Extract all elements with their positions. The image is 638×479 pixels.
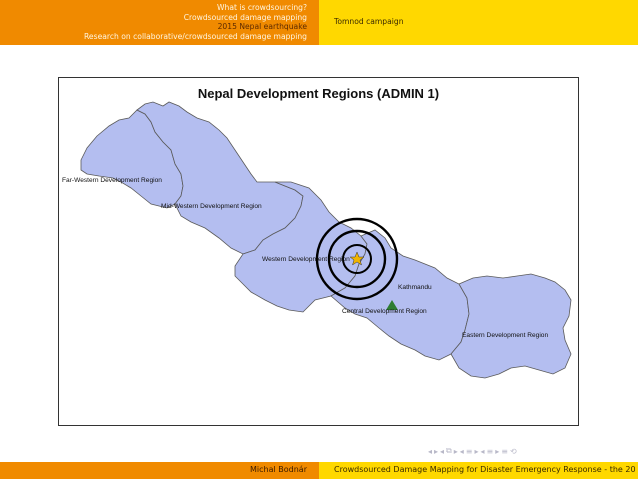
subsection-icon: ≡: [465, 446, 473, 456]
next-section-icon[interactable]: ▸: [495, 447, 499, 456]
author-name: Michal Bodnár: [250, 465, 307, 474]
nav-section-research[interactable]: Research on collaborative/crowdsourced d…: [84, 32, 307, 42]
frame-icon: ⧉: [446, 446, 452, 455]
label-central: Central Development Region: [342, 308, 427, 315]
map-title: Nepal Development Regions (ADMIN 1): [197, 86, 440, 101]
label-far-western: Far-Western Development Region: [62, 177, 162, 184]
header: What is crowdsourcing? Crowdsourced dama…: [0, 0, 638, 45]
eastern-region: [450, 273, 572, 379]
prev-frame-icon[interactable]: ◂: [440, 447, 444, 456]
next-frame-icon[interactable]: ▸: [454, 447, 458, 456]
presentation-title: Crowdsourced Damage Mapping for Disaster…: [334, 465, 636, 474]
nepal-map: [80, 101, 572, 379]
label-eastern: Eastern Development Region: [462, 332, 549, 339]
nav-section-nepal-earthquake[interactable]: 2015 Nepal earthquake: [84, 22, 307, 32]
nav-section-crowdsourcing[interactable]: What is crowdsourcing?: [84, 3, 307, 13]
label-kathmandu: Kathmandu: [398, 284, 432, 291]
nav-subsection-tomnod[interactable]: Tomnod campaign: [334, 17, 404, 26]
map-frame: Nepal Development Regions (ADMIN 1) Far-…: [58, 77, 579, 426]
prev-section-icon[interactable]: ◂: [481, 447, 485, 456]
search-icon[interactable]: ⟲: [510, 447, 517, 456]
next-slide-icon[interactable]: ▸: [434, 447, 438, 456]
section-list: What is crowdsourcing? Crowdsourced dama…: [84, 3, 307, 41]
subsection-navigation: Tomnod campaign: [319, 0, 638, 45]
next-subsection-icon[interactable]: ▸: [475, 447, 479, 456]
beamer-navigation: ◂ ▸ ◂ ⧉ ▸ ◂ ≡ ▸ ◂ ≡ ▸ ≡ ⟲: [428, 444, 517, 458]
label-western: Western Development Region: [262, 256, 350, 263]
footer-author-bar: Michal Bodnár: [0, 462, 319, 479]
prev-subsection-icon[interactable]: ◂: [460, 447, 464, 456]
section-icon: ≡: [486, 446, 494, 456]
nav-section-damage-mapping[interactable]: Crowdsourced damage mapping: [84, 13, 307, 23]
section-navigation: What is crowdsourcing? Crowdsourced dama…: [0, 0, 319, 45]
footer-title-bar: Crowdsourced Damage Mapping for Disaster…: [319, 462, 638, 479]
label-mid-western: Mid-Western Development Region: [161, 203, 262, 210]
align-icon[interactable]: ≡: [501, 447, 508, 456]
prev-slide-icon[interactable]: ◂: [428, 447, 432, 456]
